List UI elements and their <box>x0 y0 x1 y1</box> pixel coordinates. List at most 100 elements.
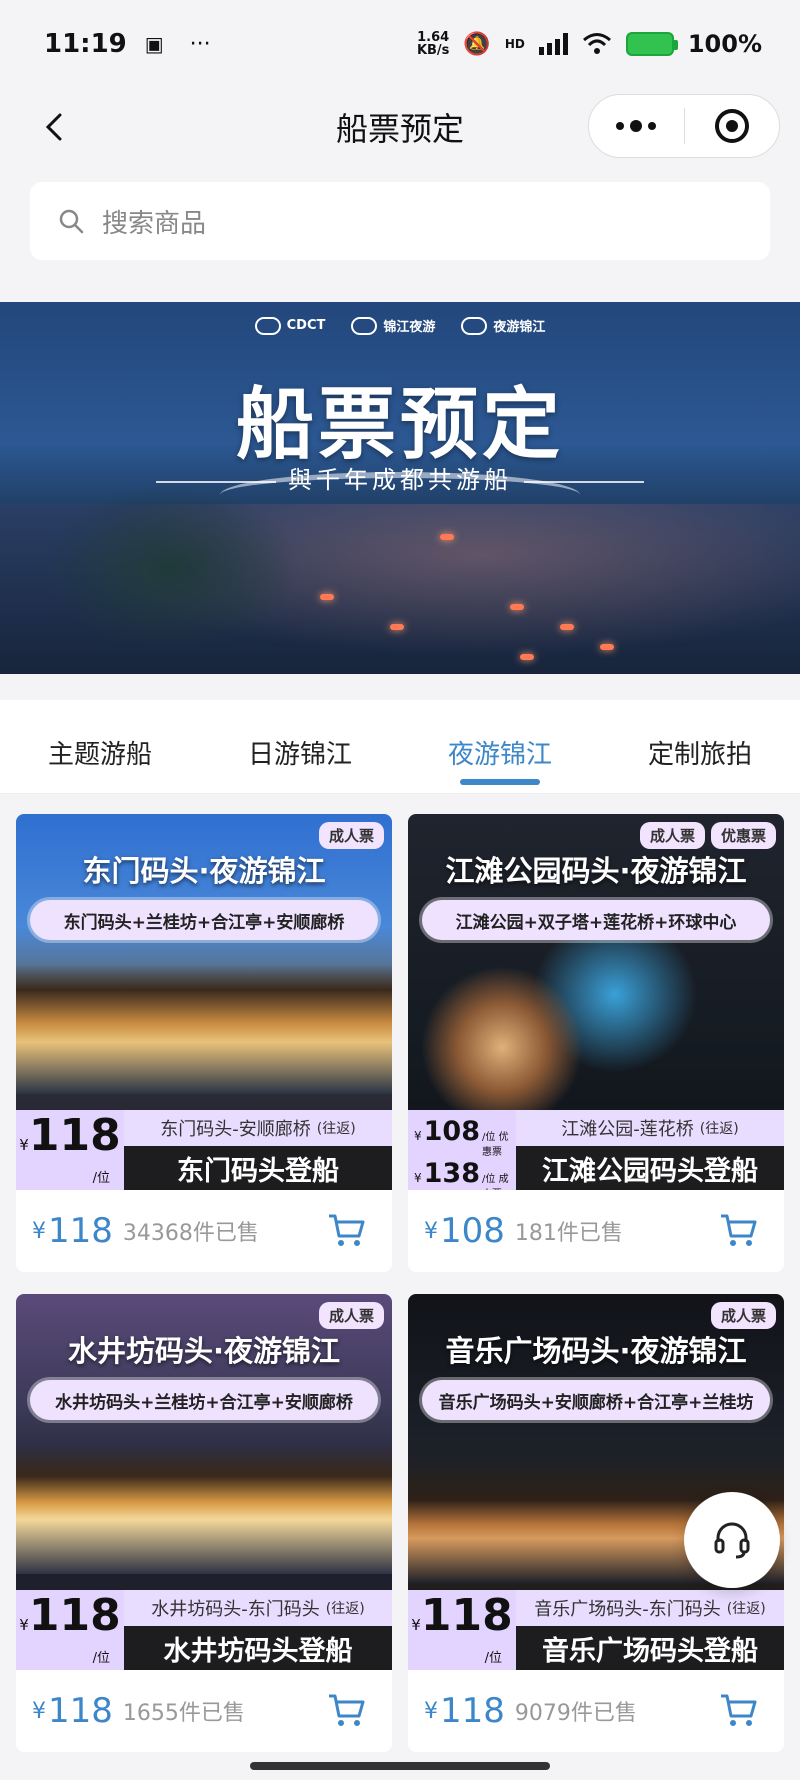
cart-icon[interactable] <box>718 1210 758 1250</box>
discount-price-label: /位 优惠票 <box>482 1132 509 1158</box>
tag-adult: 成人票 <box>318 822 384 849</box>
logo-night-tour: 夜游锦江 <box>461 316 545 335</box>
close-mini-program-button[interactable] <box>685 95 780 157</box>
route-segment: 东门码头-安顺廊桥 (往返) <box>124 1110 392 1146</box>
app-notification-icon: ▣ <box>144 32 164 56</box>
boarding-point: 水井坊码头登船 <box>124 1626 392 1670</box>
logo-jinjiang: 锦江夜游 <box>351 316 435 335</box>
tab-night-tour[interactable]: 夜游锦江 <box>400 700 600 793</box>
product-route: 东门码头+兰桂坊+合江亭+安顺廊桥 <box>30 900 378 940</box>
product-card[interactable]: 成人票 优惠票 江滩公园码头·夜游锦江 江滩公园+双子塔+莲花桥+环球中心 ¥1… <box>408 814 784 1272</box>
product-title: 水井坊码头·夜游锦江 <box>67 1334 341 1368</box>
route-segment: 音乐广场码头-东门码头 (往返) <box>516 1590 784 1626</box>
home-indicator[interactable] <box>250 1762 550 1770</box>
wave-logo-icon <box>351 316 378 335</box>
banner-logos: CDCT 锦江夜游 夜游锦江 <box>0 316 800 335</box>
product-image: 成人票 优惠票 江滩公园码头·夜游锦江 江滩公园+双子塔+莲花桥+环球中心 ¥1… <box>408 814 784 1190</box>
cart-icon[interactable] <box>326 1210 366 1250</box>
tab-day-tour[interactable]: 日游锦江 <box>200 700 400 793</box>
product-footer: ¥ 118 1655件已售 <box>16 1670 392 1752</box>
boarding-point: 东门码头登船 <box>124 1146 392 1190</box>
banner-subtitle: 與千年成都共游船 <box>0 460 800 495</box>
search-placeholder: 搜索商品 <box>102 208 207 239</box>
tab-theme-cruise[interactable]: 主题游船 <box>0 700 200 793</box>
boarding-point: 音乐广场码头登船 <box>516 1626 784 1670</box>
price-badge: ¥118 /位 <box>408 1590 516 1670</box>
hd-label: HD <box>504 37 525 51</box>
sold-count: 9079件已售 <box>514 1701 637 1726</box>
search-icon <box>59 209 84 234</box>
currency-symbol: ¥ <box>32 1218 46 1244</box>
product-price: 118 <box>440 1691 505 1731</box>
sold-count: 1655件已售 <box>122 1701 245 1726</box>
search-input[interactable]: 搜索商品 <box>30 182 770 260</box>
product-footer: ¥ 118 34368件已售 <box>16 1190 392 1272</box>
price-badge: ¥118 /位 <box>16 1590 124 1670</box>
tag-adult: 成人票 <box>710 1302 776 1329</box>
status-bar: 11:19 ▣ ··· 1.64 KB/s 🔕 HD 100% <box>0 0 800 88</box>
mini-program-capsule <box>588 94 780 158</box>
more-button[interactable] <box>589 95 684 157</box>
price-badge-value: 118 <box>420 1590 513 1641</box>
product-route: 音乐广场码头+安顺廊桥+合江亭+兰桂坊 <box>422 1380 770 1420</box>
product-image: 成人票 水井坊码头·夜游锦江 水井坊码头+兰桂坊+合江亭+安顺廊桥 ¥118 /… <box>16 1294 392 1670</box>
sold-count: 34368件已售 <box>122 1221 259 1246</box>
status-more-dots: ··· <box>189 31 211 57</box>
tag-adult: 成人票 <box>639 822 705 849</box>
product-price: 118 <box>48 1211 113 1251</box>
hero-banner[interactable]: CDCT 锦江夜游 夜游锦江 船票预定 與千年成都共游船 <box>0 302 800 674</box>
boat-logo-icon <box>461 316 488 335</box>
status-time: 11:19 <box>44 29 127 59</box>
discount-price: 108 <box>423 1116 481 1147</box>
price-badge: ¥108/位 优惠票 ¥138/位 成人票 <box>408 1110 516 1190</box>
battery-icon <box>625 32 678 56</box>
price-badge: ¥118 /位 <box>16 1110 124 1190</box>
product-title: 江滩公园码头·夜游锦江 <box>445 854 747 888</box>
customer-service-button[interactable] <box>684 1492 780 1588</box>
battery-percent: 100% <box>687 30 762 58</box>
boarding-point: 江滩公园码头登船 <box>516 1146 784 1190</box>
ticket-tags: 成人票 <box>318 1302 384 1329</box>
product-grid: 成人票 东门码头·夜游锦江 东门码头+兰桂坊+合江亭+安顺廊桥 ¥118 /位 … <box>0 794 800 1780</box>
route-bar: 江滩公园-莲花桥 (往返) 江滩公园码头登船 <box>516 1110 784 1190</box>
wifi-icon <box>582 33 611 54</box>
banner-boat-lights <box>0 474 800 674</box>
adult-price-label: /位 成人票 <box>482 1174 509 1190</box>
category-tabs: 主题游船 日游锦江 夜游锦江 定制旅拍 <box>0 700 800 794</box>
network-speed: 1.64 KB/s <box>417 31 449 57</box>
search-area: 搜索商品 <box>0 166 800 274</box>
route-bar: 水井坊码头-东门码头 (往返) 水井坊码头登船 <box>124 1590 392 1670</box>
product-footer: ¥ 108 181件已售 <box>408 1190 784 1272</box>
price-badge-value: 118 <box>28 1110 121 1161</box>
route-bar: 东门码头-安顺廊桥 (往返) 东门码头登船 <box>124 1110 392 1190</box>
price-badge-value: 118 <box>28 1590 121 1641</box>
target-icon <box>714 109 749 143</box>
product-title: 音乐广场码头·夜游锦江 <box>445 1334 747 1368</box>
product-card[interactable]: 成人票 水井坊码头·夜游锦江 水井坊码头+兰桂坊+合江亭+安顺廊桥 ¥118 /… <box>16 1294 392 1752</box>
signal-icon <box>538 33 568 55</box>
cart-icon[interactable] <box>326 1690 366 1730</box>
product-card[interactable]: 成人票 东门码头·夜游锦江 东门码头+兰桂坊+合江亭+安顺廊桥 ¥118 /位 … <box>16 814 392 1272</box>
product-title: 东门码头·夜游锦江 <box>82 854 326 888</box>
sold-count: 181件已售 <box>514 1221 623 1246</box>
product-route: 水井坊码头+兰桂坊+合江亭+安顺廊桥 <box>30 1380 378 1420</box>
cart-icon[interactable] <box>718 1690 758 1730</box>
route-bar: 音乐广场码头-东门码头 (往返) 音乐广场码头登船 <box>516 1590 784 1670</box>
ticket-tags: 成人票 优惠票 <box>639 822 776 849</box>
banner-title: 船票预定 <box>235 379 564 470</box>
tab-custom-photo[interactable]: 定制旅拍 <box>600 700 800 793</box>
headset-icon <box>714 1522 750 1559</box>
adult-price: 138 <box>423 1158 481 1189</box>
price-badge-unit: /位 <box>92 1651 110 1666</box>
product-footer: ¥ 118 9079件已售 <box>408 1670 784 1752</box>
ticket-tags: 成人票 <box>710 1302 776 1329</box>
logo-cdct: CDCT <box>254 316 325 335</box>
product-price: 118 <box>48 1691 113 1731</box>
cdct-logo-icon <box>254 316 281 335</box>
nav-bar: 船票预定 <box>0 88 800 166</box>
price-badge-unit: /位 <box>92 1171 110 1186</box>
tag-discount: 优惠票 <box>710 822 776 849</box>
product-image: 成人票 东门码头·夜游锦江 东门码头+兰桂坊+合江亭+安顺廊桥 ¥118 /位 … <box>16 814 392 1190</box>
mute-icon: 🔕 <box>463 31 491 57</box>
ticket-tags: 成人票 <box>318 822 384 849</box>
